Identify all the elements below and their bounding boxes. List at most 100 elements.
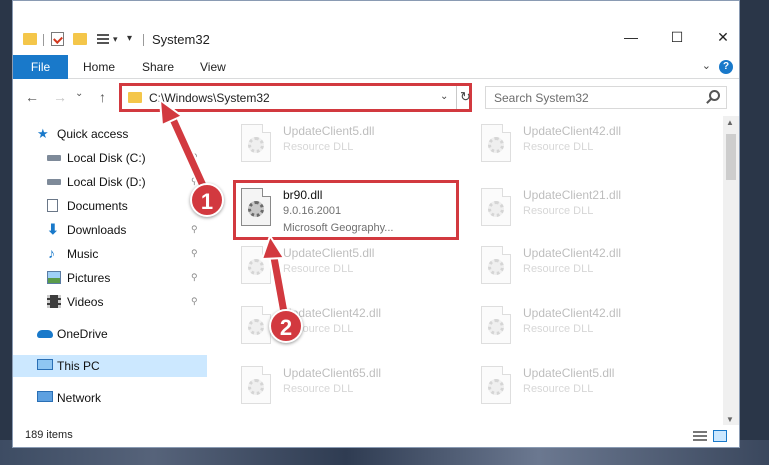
sidebar-item-label: Network bbox=[57, 391, 102, 405]
search-icon[interactable] bbox=[709, 90, 720, 101]
forward-button[interactable]: → bbox=[53, 89, 67, 105]
tab-share[interactable]: Share bbox=[142, 55, 174, 79]
file-name: UpdateClient42.dll bbox=[523, 246, 622, 260]
file-name: UpdateClient5.dll bbox=[283, 246, 375, 260]
file-tile[interactable]: UpdateClient65.dll Resource DLL bbox=[233, 358, 453, 414]
folder-icon[interactable] bbox=[23, 33, 37, 45]
item-count: 189 items bbox=[25, 429, 73, 441]
navigation-pane: ★ Quick access Local Disk (C:) ⚲ Local D… bbox=[13, 116, 207, 416]
view-menu-icon[interactable] bbox=[97, 34, 109, 44]
chevron-down-icon[interactable]: ⌄ bbox=[440, 91, 448, 102]
new-folder-icon[interactable] bbox=[73, 33, 87, 45]
sidebar-item-onedrive[interactable]: OneDrive bbox=[13, 323, 207, 345]
sidebar-item-videos[interactable]: Videos ⚲ bbox=[13, 291, 207, 313]
pin-icon[interactable]: ⚲ bbox=[191, 297, 199, 306]
tab-home[interactable]: Home bbox=[83, 55, 115, 79]
scroll-thumb[interactable] bbox=[726, 134, 736, 180]
pictures-icon bbox=[47, 271, 61, 284]
sidebar-item-this-pc[interactable]: This PC bbox=[13, 355, 207, 377]
file-name: UpdateClient42.dll bbox=[523, 306, 622, 320]
search-input[interactable]: Search System32 bbox=[485, 86, 727, 109]
dll-file-icon bbox=[241, 366, 271, 404]
sidebar-item-documents[interactable]: Documents ⚲ bbox=[13, 195, 207, 217]
chevron-down-icon[interactable]: ▾ bbox=[113, 34, 118, 45]
dll-file-icon bbox=[241, 246, 271, 284]
file-tile[interactable]: UpdateClient42.dll Resource DLL bbox=[473, 116, 693, 172]
sidebar-item-local-disk-c[interactable]: Local Disk (C:) ⚲ bbox=[13, 147, 207, 169]
pin-icon[interactable]: ⚲ bbox=[191, 273, 199, 282]
chevron-down-icon[interactable]: ⌄ bbox=[702, 59, 711, 72]
file-list: UpdateClient5.dll Resource DLL UpdateCli… bbox=[219, 116, 721, 416]
file-tile[interactable]: UpdateClient5.dll Resource DLL bbox=[473, 358, 693, 414]
file-tile[interactable]: UpdateClient42.dll Resource DLL bbox=[473, 238, 693, 294]
scroll-up-icon[interactable]: ▲ bbox=[726, 118, 734, 127]
customize-icon[interactable]: ▾ bbox=[127, 33, 132, 44]
window-title: System32 bbox=[152, 32, 210, 47]
address-bar[interactable]: C:\Windows\System32 ⌄ ↻ bbox=[119, 83, 472, 112]
file-name: UpdateClient5.dll bbox=[283, 124, 375, 138]
up-button[interactable]: ↑ bbox=[99, 89, 106, 105]
maximize-button[interactable]: ☐ bbox=[654, 29, 700, 51]
refresh-button[interactable]: ↻ bbox=[460, 89, 471, 105]
sidebar-item-label: Documents bbox=[67, 199, 128, 213]
gear-icon bbox=[248, 319, 264, 335]
gear-icon bbox=[488, 201, 504, 217]
tab-view[interactable]: View bbox=[200, 55, 226, 79]
gear-icon bbox=[488, 379, 504, 395]
properties-icon[interactable] bbox=[51, 32, 64, 46]
sidebar-item-label: OneDrive bbox=[57, 327, 108, 341]
sidebar-item-quick-access[interactable]: ★ Quick access bbox=[13, 123, 207, 145]
dll-file-icon bbox=[241, 124, 271, 162]
file-type: Resource DLL bbox=[523, 323, 594, 335]
file-tile[interactable]: UpdateClient5.dll Resource DLL bbox=[233, 238, 453, 294]
pin-icon[interactable]: ⚲ bbox=[191, 153, 199, 162]
file-explorer-window: ▾ ▾ System32 — ☐ ✕ File Home Share View … bbox=[12, 0, 740, 448]
navigation-bar: ← → ⌄ ↑ C:\Windows\System32 ⌄ ↻ Search S… bbox=[13, 80, 739, 114]
sidebar-item-music[interactable]: ♪ Music ⚲ bbox=[13, 243, 207, 265]
tab-file[interactable]: File bbox=[13, 55, 68, 79]
step-1-badge: 1 bbox=[190, 183, 224, 217]
file-type: Resource DLL bbox=[523, 383, 594, 395]
highlight-box bbox=[233, 180, 459, 240]
pin-icon[interactable]: ⚲ bbox=[191, 249, 199, 258]
sidebar-item-local-disk-d[interactable]: Local Disk (D:) ⚲ bbox=[13, 171, 207, 193]
sidebar-item-pictures[interactable]: Pictures ⚲ bbox=[13, 267, 207, 289]
title-bar: ▾ ▾ System32 — ☐ ✕ bbox=[13, 1, 739, 47]
divider bbox=[456, 86, 457, 109]
file-tile[interactable]: UpdateClient42.dll Resource DLL bbox=[233, 298, 453, 354]
help-icon[interactable]: ? bbox=[719, 60, 733, 74]
dll-file-icon bbox=[241, 306, 271, 344]
dll-file-icon bbox=[481, 366, 511, 404]
downloads-icon: ⬇ bbox=[47, 221, 59, 237]
tiles-view-icon[interactable] bbox=[713, 430, 727, 442]
recent-locations-button[interactable]: ⌄ bbox=[75, 88, 83, 99]
sidebar-item-label: This PC bbox=[57, 359, 100, 373]
address-path[interactable]: C:\Windows\System32 bbox=[149, 91, 270, 105]
file-tile[interactable]: UpdateClient5.dll Resource DLL bbox=[233, 116, 453, 172]
folder-icon bbox=[128, 92, 142, 103]
close-button[interactable]: ✕ bbox=[700, 29, 739, 51]
drive-icon bbox=[47, 155, 61, 161]
file-tile[interactable]: UpdateClient42.dll Resource DLL bbox=[473, 298, 693, 354]
sidebar-item-network[interactable]: Network bbox=[13, 387, 207, 409]
gear-icon bbox=[488, 137, 504, 153]
toolbar-separator bbox=[143, 34, 144, 46]
minimize-button[interactable]: — bbox=[608, 29, 654, 51]
details-view-icon[interactable] bbox=[693, 431, 707, 441]
pin-icon[interactable]: ⚲ bbox=[191, 225, 199, 234]
sidebar-item-label: Downloads bbox=[67, 223, 127, 237]
back-button[interactable]: ← bbox=[25, 89, 39, 105]
documents-icon bbox=[47, 199, 58, 212]
sidebar-item-label: Music bbox=[67, 247, 99, 261]
scroll-down-icon[interactable]: ▼ bbox=[726, 415, 734, 424]
file-type: Resource DLL bbox=[283, 263, 354, 275]
vertical-scrollbar[interactable]: ▲ ▼ bbox=[723, 116, 739, 426]
gear-icon bbox=[248, 259, 264, 275]
ribbon-tabs: File Home Share View ⌄ ? bbox=[13, 55, 739, 79]
sidebar-item-downloads[interactable]: ⬇ Downloads ⚲ bbox=[13, 219, 207, 241]
file-type: Resource DLL bbox=[283, 383, 354, 395]
sidebar-item-label: Local Disk (C:) bbox=[67, 151, 146, 165]
sidebar-item-label: Videos bbox=[67, 295, 104, 309]
sidebar-item-label: Quick access bbox=[57, 127, 129, 141]
file-tile[interactable]: UpdateClient21.dll Resource DLL bbox=[473, 180, 693, 236]
